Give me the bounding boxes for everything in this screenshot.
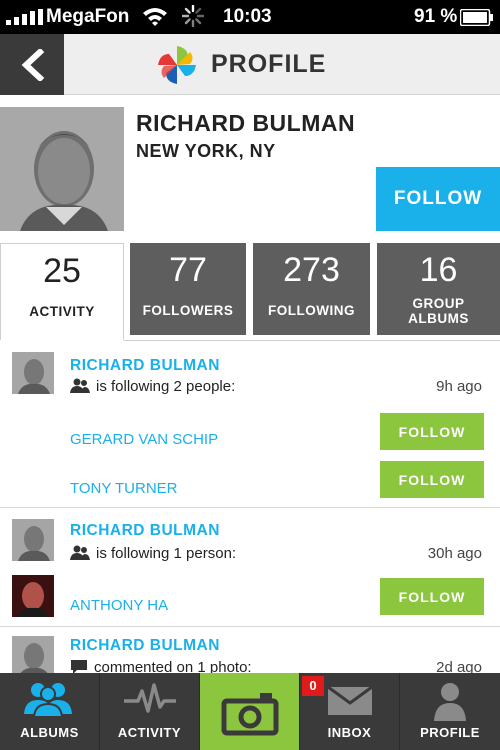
follow-user-button[interactable]: FOLLOW (380, 578, 484, 615)
tab-group-albums[interactable]: 16 GROUP ALBUMS (377, 243, 500, 335)
followed-user-name[interactable]: TONY TURNER (70, 480, 178, 497)
inbox-badge: 0 (302, 676, 324, 696)
profile-stats: 25 ACTIVITY 77 FOLLOWERS 273 FOLLOWING 1… (0, 243, 500, 340)
page-title: PROFILE (211, 50, 327, 78)
albums-people-icon (23, 683, 72, 717)
feed-avatar[interactable] (12, 519, 54, 561)
tab-albums[interactable]: ALBUMS (0, 673, 100, 750)
status-time: 10:03 (223, 6, 272, 27)
camera-icon (221, 693, 278, 736)
avatar-photo (12, 636, 54, 678)
activity-pulse-icon (123, 683, 176, 713)
battery-percentage: 91 % (414, 6, 458, 27)
bottom-tab-bar: ALBUMS ACTIVITY INBOX PROFILE (0, 673, 500, 750)
avatar-photo (12, 519, 54, 561)
tab-profile[interactable]: PROFILE (400, 673, 500, 750)
tab-activity[interactable]: 25 ACTIVITY (0, 243, 124, 340)
group-albums-label: GROUP ALBUMS (408, 296, 469, 326)
following-count: 273 (283, 251, 340, 289)
tab-activity-feed[interactable]: ACTIVITY (100, 673, 200, 750)
feed-user-name[interactable]: RICHARD BULMAN (70, 357, 220, 375)
people-icon (70, 545, 90, 560)
tab-following[interactable]: 273 FOLLOWING (253, 243, 370, 335)
feed-time: 9h ago (436, 378, 482, 395)
feed-action-text: is following 1 person: (96, 545, 237, 562)
profile-photo (0, 107, 124, 231)
activity-count: 25 (43, 252, 81, 290)
tab-followers[interactable]: 77 FOLLOWERS (130, 243, 246, 335)
tab-albums-label: ALBUMS (20, 725, 79, 740)
profile-avatar (0, 107, 124, 231)
signal-strength-icon (6, 9, 43, 25)
chevron-left-icon (21, 49, 45, 81)
following-label: FOLLOWING (268, 303, 355, 318)
feed-user-name[interactable]: RICHARD BULMAN (70, 522, 220, 540)
feed-divider (0, 507, 500, 508)
tab-profile-label: PROFILE (420, 725, 480, 740)
pinwheel-logo-icon (158, 46, 196, 84)
battery-icon (460, 9, 493, 26)
group-albums-count: 16 (419, 251, 458, 289)
follow-user-button[interactable]: FOLLOW (380, 413, 484, 450)
followed-user-name[interactable]: ANTHONY HA (70, 597, 168, 614)
feed-action-text: is following 2 people: (96, 378, 236, 395)
followed-user-name[interactable]: GERARD VAN SCHIP (70, 431, 218, 448)
stats-divider (124, 340, 500, 341)
feed-action: is following 1 person: (70, 545, 236, 562)
follow-button[interactable]: FOLLOW (376, 167, 500, 231)
followers-label: FOLLOWERS (142, 303, 234, 318)
avatar-photo (12, 352, 54, 394)
avatar-photo (12, 575, 54, 617)
feed-avatar[interactable] (12, 352, 54, 394)
person-icon (434, 683, 466, 721)
feed-avatar[interactable] (12, 636, 54, 678)
people-icon (70, 378, 90, 393)
profile-location: NEW YORK, NY (136, 141, 276, 161)
carrier-name: MegaFon (46, 6, 130, 27)
followed-user-avatar[interactable] (12, 575, 54, 617)
wifi-icon (143, 8, 167, 26)
status-bar: MegaFon 10:03 91 % (0, 0, 500, 34)
tab-camera[interactable] (200, 673, 300, 750)
follow-user-button[interactable]: FOLLOW (380, 461, 484, 498)
feed-divider (0, 626, 500, 627)
feed-time: 30h ago (427, 545, 482, 562)
profile-name: RICHARD BULMAN (136, 110, 356, 136)
nav-header: PROFILE (0, 34, 500, 95)
feed-action: is following 2 people: (70, 378, 235, 395)
envelope-icon (326, 685, 373, 715)
feed-user-name[interactable]: RICHARD BULMAN (70, 637, 220, 655)
followers-count: 77 (169, 251, 207, 289)
tab-activity-label: ACTIVITY (117, 725, 182, 740)
activity-label: ACTIVITY (29, 304, 95, 319)
tab-inbox-label: INBOX (327, 725, 372, 740)
back-button[interactable] (0, 34, 64, 95)
activity-spinner-icon (182, 5, 204, 27)
